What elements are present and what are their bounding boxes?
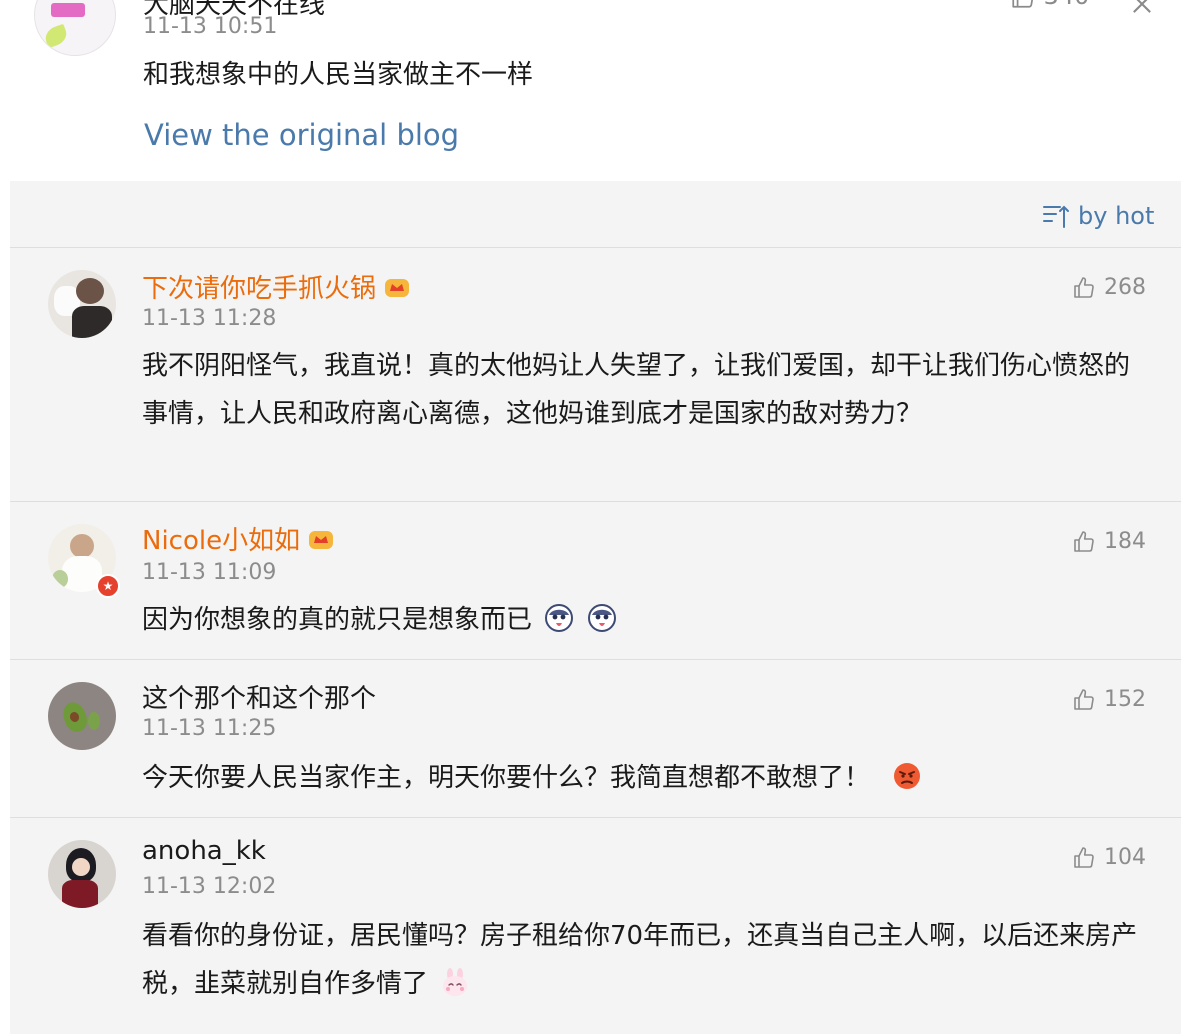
husky-emoji-icon	[545, 604, 574, 632]
comment-like-button[interactable]: 104	[1072, 845, 1146, 870]
comments-panel: by hot 下次请你吃手抓火锅 11-13 11:28 我不阴阳怪气，我直说！…	[10, 181, 1181, 1034]
post-text: 和我想象中的人民当家做主不一样	[143, 60, 534, 90]
post-like-count: 340	[1044, 0, 1090, 10]
comment-text-body: 因为你想象的真的就只是想象而已	[142, 605, 533, 635]
post-author-avatar[interactable]	[34, 0, 116, 56]
post-like-button[interactable]: 340	[1010, 0, 1089, 10]
comment-time: 11-13 11:25	[142, 716, 277, 741]
thumb-up-icon	[1074, 688, 1094, 710]
commenter-name[interactable]: Nicole小如如	[142, 520, 334, 557]
comment-text: 今天你要人民当家作主，明天你要什么？我简直想都不敢想了！	[142, 754, 1152, 802]
commenter-avatar[interactable]	[48, 840, 116, 908]
thumb-up-icon	[1074, 530, 1094, 552]
thumb-up-icon	[1074, 276, 1094, 298]
comment-item: anoha_kk 11-13 12:02 看看你的身份证，居民懂吗？房子租给你7…	[10, 817, 1181, 1035]
husky-emoji-icon	[587, 604, 616, 632]
comment-item: ★ Nicole小如如 11-13 11:09 因为你想象的真的就只是想象而已	[10, 501, 1181, 660]
comment-time: 11-13 11:09	[142, 560, 277, 585]
like-count: 104	[1104, 845, 1146, 870]
like-count: 152	[1104, 687, 1146, 712]
commenter-name-text: 下次请你吃手抓火锅	[142, 274, 377, 304]
sort-bar: by hot	[10, 181, 1181, 247]
post-time: 11-13 10:51	[143, 14, 278, 39]
comment-time: 11-13 12:02	[142, 874, 277, 899]
like-count: 268	[1104, 275, 1146, 300]
bunny-emoji-icon	[443, 968, 468, 996]
vip-crown-icon	[309, 530, 334, 549]
commenter-name-text: Nicole小如如	[142, 526, 301, 556]
commenter-name[interactable]: 这个那个和这个那个	[142, 678, 376, 715]
commenter-name[interactable]: 下次请你吃手抓火锅	[142, 268, 410, 305]
comment-text-body: 今天你要人民当家作主，明天你要什么？我简直想都不敢想了！	[142, 763, 871, 793]
sort-by-hot-button[interactable]: by hot	[1042, 201, 1154, 231]
comment-like-button[interactable]: 152	[1072, 687, 1146, 712]
comment-text-body: 看看你的身份证，居民懂吗？房子租给你70年而已，还真当自己主人啊，以后还来房产税…	[142, 921, 1138, 999]
comment-text: 因为你想象的真的就只是想象而已	[142, 596, 1152, 644]
comment-text: 我不阴阳怪气，我直说！真的太他妈让人失望了，让我们爱国，却干让我们伤心愤怒的事情…	[142, 351, 1131, 429]
thumb-up-icon	[1074, 846, 1094, 868]
commenter-name-text: anoha_kk	[142, 836, 266, 866]
comment-time: 11-13 11:28	[142, 306, 277, 331]
vip-crown-icon	[385, 278, 410, 297]
comment-item: 下次请你吃手抓火锅 11-13 11:28 我不阴阳怪气，我直说！真的太他妈让人…	[10, 247, 1181, 502]
comment-like-button[interactable]: 268	[1072, 275, 1146, 300]
verified-badge-icon: ★	[96, 574, 120, 598]
angry-emoji-icon	[894, 763, 921, 789]
close-icon[interactable]	[1128, 0, 1156, 18]
view-original-blog-link[interactable]: View the original blog	[144, 118, 459, 152]
commenter-name[interactable]: anoha_kk	[142, 836, 266, 866]
comment-text: 看看你的身份证，居民懂吗？房子租给你70年而已，还真当自己主人啊，以后还来房产税…	[142, 912, 1152, 1008]
sort-label: by hot	[1078, 202, 1155, 230]
commenter-avatar[interactable]	[48, 682, 116, 750]
commenter-name-text: 这个那个和这个那个	[142, 684, 377, 714]
original-post: 大脑天天不在线 340 11-13 10:51 和我想象中的人民当家做主不一样 …	[0, 0, 1200, 180]
thumb-up-icon	[1012, 0, 1034, 8]
comment-like-button[interactable]: 184	[1072, 529, 1146, 554]
commenter-avatar[interactable]	[48, 270, 116, 338]
sort-icon	[1043, 205, 1069, 228]
like-count: 184	[1104, 529, 1146, 554]
comment-item: 这个那个和这个那个 11-13 11:25 今天你要人民当家作主，明天你要什么？…	[10, 659, 1181, 818]
